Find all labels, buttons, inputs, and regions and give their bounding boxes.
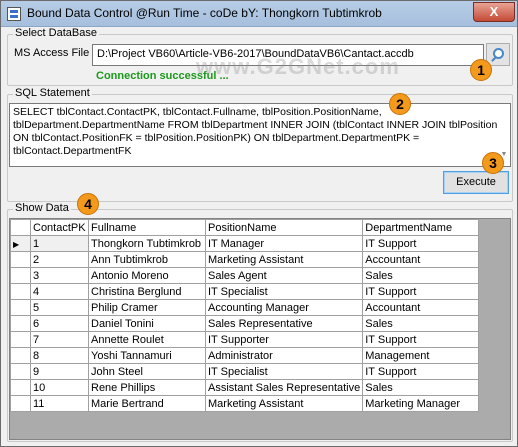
- table-cell[interactable]: IT Support: [362, 331, 480, 348]
- table-row[interactable]: 9 John Steel IT Specialist IT Support: [10, 363, 480, 380]
- watermark-text: www.G2GNet.com: [196, 54, 400, 79]
- data-table: ContactPK Fullname PositionName Departme…: [10, 219, 480, 412]
- row-selector[interactable]: [10, 347, 31, 364]
- row-selector[interactable]: [10, 251, 31, 268]
- table-cell[interactable]: Sales: [362, 379, 480, 396]
- table-cell[interactable]: IT Manager: [204, 235, 364, 252]
- sql-query-input[interactable]: SELECT tblContact.ContactPK, tblContact.…: [9, 103, 511, 167]
- table-row[interactable]: 4 Christina Berglund IT Specialist IT Suppo…: [10, 283, 480, 300]
- table-cell[interactable]: Marketing Assistant: [204, 251, 364, 268]
- title-bar[interactable]: Bound Data Control @Run Time - coDe bY: …: [1, 1, 517, 27]
- table-row[interactable]: 11 Marie Bertrand Marketing Assistant Marke…: [10, 395, 480, 412]
- table-cell[interactable]: Administrator: [204, 347, 364, 364]
- table-cell[interactable]: Rene Phillips: [88, 379, 206, 396]
- table-cell[interactable]: IT Specialist: [204, 363, 364, 380]
- app-form-icon: [7, 7, 21, 21]
- execute-button[interactable]: Execute: [443, 171, 509, 194]
- table-cell[interactable]: Accountant: [362, 299, 480, 316]
- table-cell[interactable]: 8: [30, 347, 89, 364]
- table-row[interactable]: 7 Annette Roulet IT Supporter IT Support: [10, 331, 480, 348]
- table-cell[interactable]: Philip Cramer: [88, 299, 206, 316]
- table-cell[interactable]: Marketing Manager: [362, 395, 480, 412]
- table-cell[interactable]: 3: [30, 267, 89, 284]
- table-cell[interactable]: Sales Representative: [204, 315, 364, 332]
- table-row[interactable]: 8 Yoshi Tannamuri Administrator Management: [10, 347, 480, 364]
- table-cell[interactable]: Marie Bertrand: [88, 395, 206, 412]
- table-cell[interactable]: IT Support: [362, 283, 480, 300]
- table-cell[interactable]: John Steel: [88, 363, 206, 380]
- table-cell[interactable]: 1: [30, 235, 89, 252]
- table-cell[interactable]: 5: [30, 299, 89, 316]
- table-cell[interactable]: 7: [30, 331, 89, 348]
- table-row[interactable]: 3 Antonio Moreno Sales Agent Sales: [10, 267, 480, 284]
- annotation-badge-2: 2: [389, 93, 411, 115]
- table-cell[interactable]: IT Supporter: [204, 331, 364, 348]
- table-cell[interactable]: Yoshi Tannamuri: [88, 347, 206, 364]
- data-group-label: Show Data: [13, 202, 71, 214]
- sql-group-label: SQL Statement: [13, 87, 92, 99]
- table-row[interactable]: 6 Daniel Tonini Sales Representative Sales: [10, 315, 480, 332]
- window-title: Bound Data Control @Run Time - coDe bY: …: [27, 6, 382, 20]
- row-selector[interactable]: [10, 283, 31, 300]
- table-cell[interactable]: Antonio Moreno: [88, 267, 206, 284]
- table-cell[interactable]: Thongkorn Tubtimkrob: [88, 235, 206, 252]
- app-window: Bound Data Control @Run Time - coDe bY: …: [0, 0, 518, 447]
- row-selector[interactable]: [10, 331, 31, 348]
- row-selector[interactable]: ▶: [10, 235, 31, 252]
- table-cell[interactable]: Accountant: [362, 251, 480, 268]
- row-selector[interactable]: [10, 299, 31, 316]
- table-cell[interactable]: Sales: [362, 267, 480, 284]
- table-cell[interactable]: Management: [362, 347, 480, 364]
- table-cell[interactable]: Accounting Manager: [204, 299, 364, 316]
- table-cell[interactable]: Ann Tubtimkrob: [88, 251, 206, 268]
- row-selector[interactable]: [10, 267, 31, 284]
- ms-access-label: MS Access File: [14, 47, 90, 59]
- annotation-badge-1: 1: [470, 59, 492, 81]
- column-header-positionname[interactable]: PositionName: [204, 219, 364, 236]
- table-row[interactable]: 10 Rene Phillips Assistant Sales Represent…: [10, 379, 480, 396]
- row-selector[interactable]: [10, 395, 31, 412]
- table-cell[interactable]: IT Support: [362, 363, 480, 380]
- row-selector[interactable]: [10, 315, 31, 332]
- table-cell[interactable]: 6: [30, 315, 89, 332]
- close-button[interactable]: X: [473, 2, 515, 22]
- table-row[interactable]: 2 Ann Tubtimkrob Marketing Assistant Accoun…: [10, 251, 480, 268]
- column-header-fullname[interactable]: Fullname: [88, 219, 206, 236]
- database-group-label: Select DataBase: [13, 27, 99, 39]
- annotation-badge-4: 4: [77, 193, 99, 215]
- table-cell[interactable]: Daniel Tonini: [88, 315, 206, 332]
- table-cell[interactable]: 11: [30, 395, 89, 412]
- annotation-badge-3: 3: [482, 152, 504, 174]
- table-cell[interactable]: Sales: [362, 315, 480, 332]
- row-header-corner: [10, 219, 31, 236]
- table-cell[interactable]: Sales Agent: [204, 267, 364, 284]
- table-cell[interactable]: 4: [30, 283, 89, 300]
- table-cell[interactable]: Assistant Sales Representative: [204, 379, 364, 396]
- current-row-arrow-icon: ▶: [13, 239, 20, 249]
- table-cell[interactable]: Marketing Assistant: [204, 395, 364, 412]
- table-row[interactable]: ▶ 1 Thongkorn Tubtimkrob IT Manager IT Suppo…: [10, 235, 480, 252]
- table-cell[interactable]: 9: [30, 363, 89, 380]
- row-selector[interactable]: [10, 379, 31, 396]
- table-cell[interactable]: IT Support: [362, 235, 480, 252]
- data-grid[interactable]: ContactPK Fullname PositionName Departme…: [9, 218, 511, 440]
- table-cell[interactable]: IT Specialist: [204, 283, 364, 300]
- column-header-departmentname[interactable]: DepartmentName: [362, 219, 480, 236]
- table-cell[interactable]: Annette Roulet: [88, 331, 206, 348]
- column-header-contactpk[interactable]: ContactPK: [30, 219, 89, 236]
- header-row: ContactPK Fullname PositionName Departme…: [10, 219, 480, 236]
- table-row[interactable]: 5 Philip Cramer Accounting Manager Accounta…: [10, 299, 480, 316]
- table-cell[interactable]: 10: [30, 379, 89, 396]
- table-cell[interactable]: Christina Berglund: [88, 283, 206, 300]
- table-cell[interactable]: 2: [30, 251, 89, 268]
- row-selector[interactable]: [10, 363, 31, 380]
